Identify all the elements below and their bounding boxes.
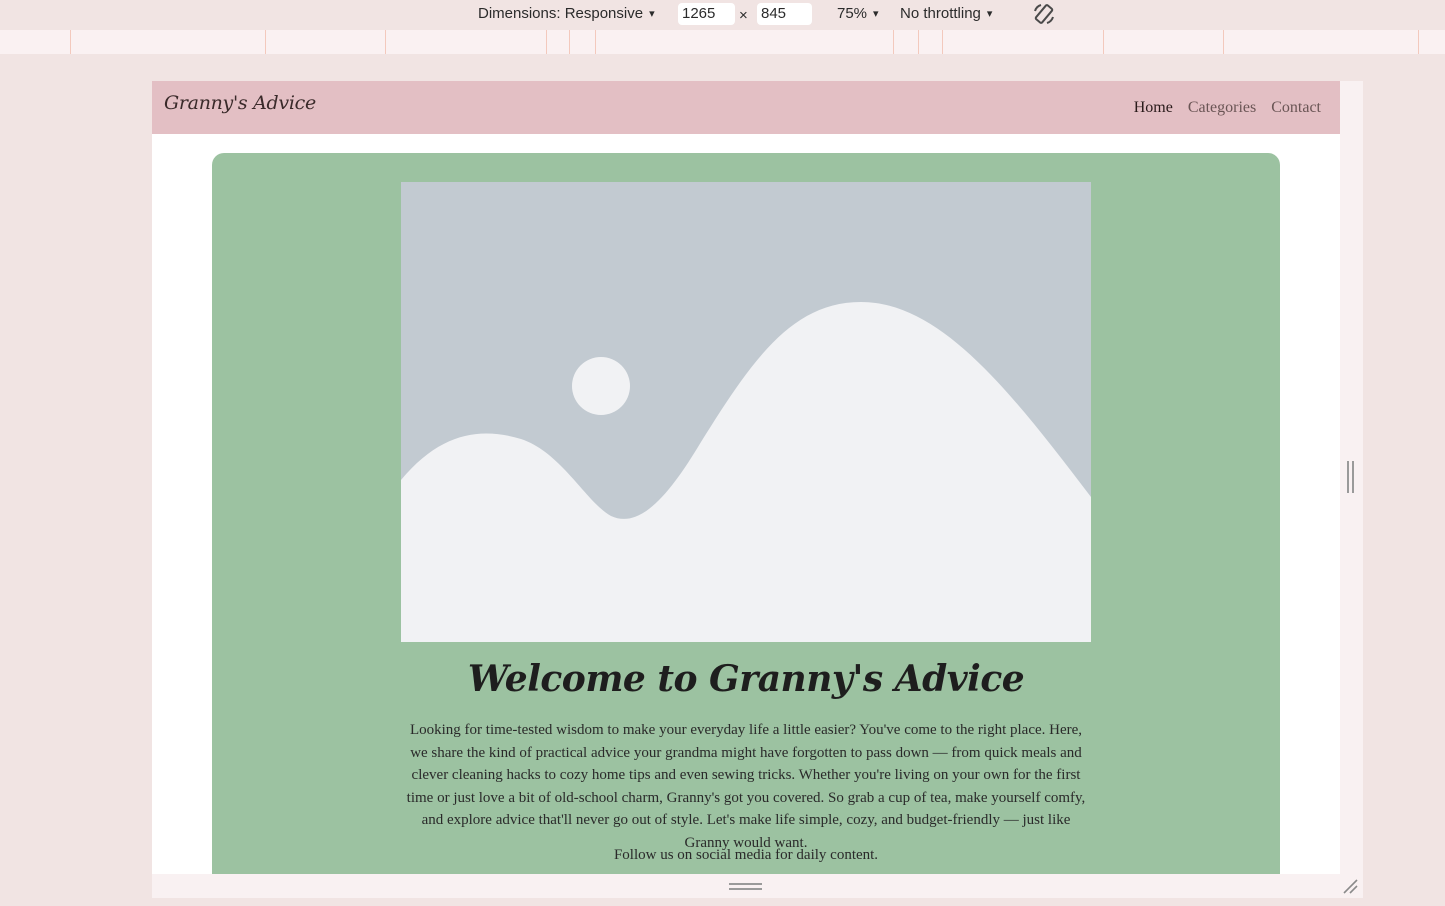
width-input[interactable]: 1265 <box>678 3 735 25</box>
nav-home[interactable]: Home <box>1134 99 1173 117</box>
emulated-viewport: Granny's Advice Home Categories Contact … <box>152 81 1340 874</box>
throttling-dropdown[interactable]: No throttling ▾ <box>900 5 992 22</box>
rotate-icon[interactable] <box>1032 2 1056 26</box>
main-nav: Home Categories Contact <box>1134 99 1321 117</box>
hero-paragraph: Looking for time-tested wisdom to make y… <box>406 722 1086 851</box>
chevron-down-icon: ▾ <box>649 8 655 20</box>
times-separator: × <box>739 7 748 24</box>
media-query-ruler <box>0 30 1445 54</box>
hero-title: Welcome to Granny's Advice <box>467 658 1025 700</box>
hero-section: Welcome to Granny's Advice Looking for t… <box>212 153 1280 874</box>
resize-handle-bottom[interactable] <box>729 883 762 890</box>
site-header: Granny's Advice Home Categories Contact <box>152 81 1340 134</box>
device-toolbar: Dimensions: Responsive ▾ 1265 × 845 75% … <box>0 0 1445 30</box>
zoom-dropdown[interactable]: 75% ▾ <box>837 5 879 22</box>
site-logo[interactable]: Granny's Advice <box>164 92 316 114</box>
throttling-label: No throttling <box>900 5 981 22</box>
zoom-label: 75% <box>837 5 868 22</box>
nav-categories[interactable]: Categories <box>1188 99 1256 117</box>
social-follow-text: Follow us on social media for daily cont… <box>613 847 879 863</box>
nav-contact[interactable]: Contact <box>1271 99 1321 117</box>
resize-corner-icon[interactable] <box>1341 877 1359 895</box>
resize-handle-right[interactable] <box>1347 461 1354 493</box>
height-input[interactable]: 845 <box>757 3 812 25</box>
chevron-down-icon: ▾ <box>873 8 879 20</box>
image-placeholder-icon <box>401 182 1091 642</box>
dimensions-label: Dimensions: Responsive <box>478 5 644 22</box>
chevron-down-icon: ▾ <box>986 8 993 20</box>
dimensions-dropdown[interactable]: Dimensions: Responsive ▾ <box>478 5 655 22</box>
